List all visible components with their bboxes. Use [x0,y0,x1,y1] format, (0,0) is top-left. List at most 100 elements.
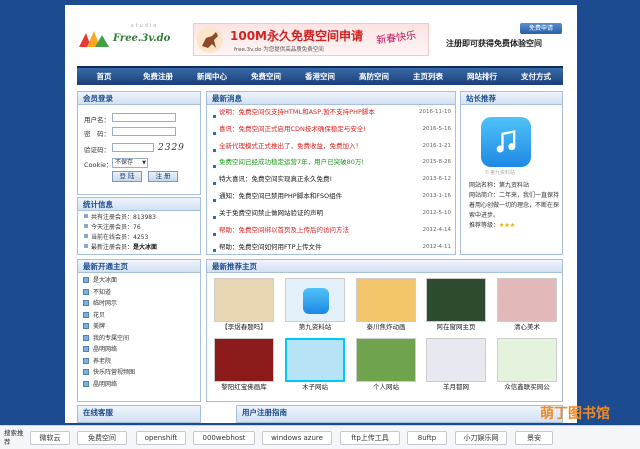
list-item[interactable]: 晶明网络 [83,344,200,356]
page-icon [83,288,89,295]
recommend-title: 站长推荐 [461,92,562,105]
login-button[interactable]: 登 陆 [112,171,142,182]
thumbnail-image[interactable] [356,278,416,322]
nav-item-register[interactable]: 免费注册 [131,68,185,85]
list-item[interactable]: 是大冰面 [83,275,200,287]
news-date: 2013-1-16 [422,193,451,200]
list-item[interactable]: 我的专属空间 [83,333,200,345]
site-logo[interactable]: studio Free.3v.do [79,23,189,53]
news-item[interactable]: 帮助：免费空间绑以首页及上传后的访问方法 2012-4-14 [213,225,451,242]
search-chip[interactable]: 免费空间 [77,431,127,445]
thumbnail-image[interactable] [214,278,274,322]
stat-value[interactable]: 是大冰面 [133,244,157,251]
watermark: 萌丁图书馆 [540,402,636,424]
sites-title: 最新推荐主页 [207,260,562,273]
logo-mark-icon [79,31,109,47]
stat-value: 4253 [133,234,149,241]
list-item-label: 晶明网络 [93,380,118,388]
thumbnail-image[interactable] [426,278,486,322]
site-thumbnail[interactable]: 木子网站 [284,338,346,392]
star-icon: ★★★ [499,222,516,229]
thumbnail-image[interactable] [285,278,345,322]
news-panel: 最新消息 说明：免费空间仅支持HTML和ASP,暂不支持PHP脚本 2016-11… [206,91,456,255]
site-thumbnail[interactable]: 众信鑫联买网公 [496,338,558,392]
site-thumbnail[interactable]: 羊月都网 [425,338,487,392]
nav-item-news[interactable]: 新闻中心 [185,68,239,85]
news-item[interactable]: 关于免费空间禁止做网站验证的声明 2012-5-10 [213,208,451,225]
site-thumbnail[interactable]: 第九资料站 [284,278,346,332]
list-item[interactable]: 快乐阵营视频图 [83,367,200,379]
bullet-icon [84,224,88,228]
stat-label: 当前在线会员： [91,234,134,241]
thumbnail-image[interactable] [285,338,345,382]
news-item[interactable]: 特大喜讯：免费空间实现真正永久免费! 2013-6-12 [213,174,451,191]
list-item-label: 养老院 [93,357,112,365]
thumbnail-image[interactable] [497,338,557,382]
search-chip[interactable]: ftp上传工具 [340,431,400,445]
recommended-site-image[interactable] [481,117,531,167]
banner-subtitle: free.3v.do 为您提供高品质免费空间 [234,47,324,53]
captcha-image[interactable]: 2329 [158,143,185,153]
username-input[interactable] [112,113,176,122]
promo-banner[interactable]: 100M永久免费空间申请 free.3v.do 为您提供高品质免费空间 新春快乐 [193,23,429,56]
newest-title: 最新开通主页 [78,260,200,273]
site-label: 木子网站 [302,383,328,391]
bullet-icon [213,232,216,236]
thumbnail-image[interactable] [497,278,557,322]
news-text: 通知：免费空间已禁用PHP脚本和FSO组件 [219,192,343,201]
search-chip[interactable]: 8uftp [407,431,447,445]
nav-item-ranking[interactable]: 网站排行 [455,68,509,85]
password-input[interactable] [112,127,176,136]
search-chip[interactable]: 微软云 [30,431,70,445]
thumbnail-image[interactable] [356,338,416,382]
cookie-select[interactable]: 不保存 ▼ [112,158,148,168]
nav-item-homepage-list[interactable]: 主页列表 [401,68,455,85]
nav-item-hk-space[interactable]: 香港空间 [293,68,347,85]
nav-item-home[interactable]: 首页 [77,68,131,85]
search-chip[interactable]: 小刀娱乐网 [455,431,507,445]
list-item[interactable]: 养老院 [83,356,200,368]
list-item[interactable]: 美牌 [83,321,200,333]
news-text: 免费空间已经成功稳定运营7年，用户已突破80万! [219,158,365,167]
search-chip[interactable]: 景安 [515,431,553,445]
site-thumbnail[interactable]: 清心美术 [496,278,558,332]
nav-item-payment[interactable]: 支付方式 [509,68,563,85]
thumbnail-image[interactable] [214,338,274,382]
nav-item-free-space[interactable]: 免费空间 [239,68,293,85]
news-item[interactable]: 免费空间已经成功稳定运营7年，用户已突破80万! 2015-8-26 [213,157,451,174]
site-thumbnail[interactable]: 个人网站 [355,338,417,392]
list-item[interactable]: 不知道 [83,287,200,299]
site-thumbnail[interactable]: 阿在窗网主页 [425,278,487,332]
list-item[interactable]: 临时网示 [83,298,200,310]
bullet-icon [84,244,88,248]
recommended-homepages-panel: 最新推荐主页 【李煜春题吗】 第九资料站 泰川焦炸动画 阿在窗网主页 清心美术黎阳红宝佛… [206,259,563,402]
search-chip[interactable]: windows azure [262,431,332,445]
news-item[interactable]: 全新代理模式正式推出了，免费收益，免费加入！ 2016-1-21 [213,141,451,158]
free-apply-button[interactable]: 免费申请 [520,23,562,34]
bullet-icon [213,148,216,152]
search-chip[interactable]: openshift [136,431,186,445]
chevron-down-icon: ▼ [142,160,146,166]
news-item[interactable]: 说明：免费空间仅支持HTML和ASP,暂不支持PHP脚本 2016-11-10 [213,107,451,124]
search-chip[interactable]: 000webhost [193,431,255,445]
list-item[interactable]: 花贝 [83,310,200,322]
thumbnail-image[interactable] [426,338,486,382]
news-date: 2013-6-12 [422,176,451,183]
nav-item-ddos-space[interactable]: 高防空间 [347,68,401,85]
news-item[interactable]: 通知：免费空间已禁用PHP脚本和FSO组件 2013-1-16 [213,191,451,208]
captcha-input[interactable] [112,143,154,152]
site-thumbnail[interactable]: 黎阳红宝佛画库 [213,338,275,392]
news-text: 帮助：免费空间如何用FTP上传文件 [219,242,322,251]
main-nav: 首页 免费注册 新闻中心 免费空间 香港空间 高防空间 主页列表 网站排行 支付… [77,66,563,85]
site-thumbnail[interactable]: 【李煜春题吗】 [213,278,275,332]
news-date: 2016-1-21 [422,142,451,149]
site-label: 清心美术 [514,323,540,331]
list-item[interactable]: 晶明网络 [83,379,200,391]
recommend-info: 网站名称：第九资料站 网站简介：二年来，我们一直保持着用心创做一切的理念，不断在… [469,181,559,231]
site-label: 众信鑫联买网公 [504,383,550,391]
news-item[interactable]: 喜讯：免费空间正式启用CDN技术确保稳定与安全! 2016-5-16 [213,124,451,141]
news-item[interactable]: 帮助：免费空间如何用FTP上传文件 2012-4-11 [213,242,451,255]
site-thumbnail[interactable]: 泰川焦炸动画 [355,278,417,332]
music-note-icon [496,130,516,153]
register-button[interactable]: 注 册 [148,171,178,182]
